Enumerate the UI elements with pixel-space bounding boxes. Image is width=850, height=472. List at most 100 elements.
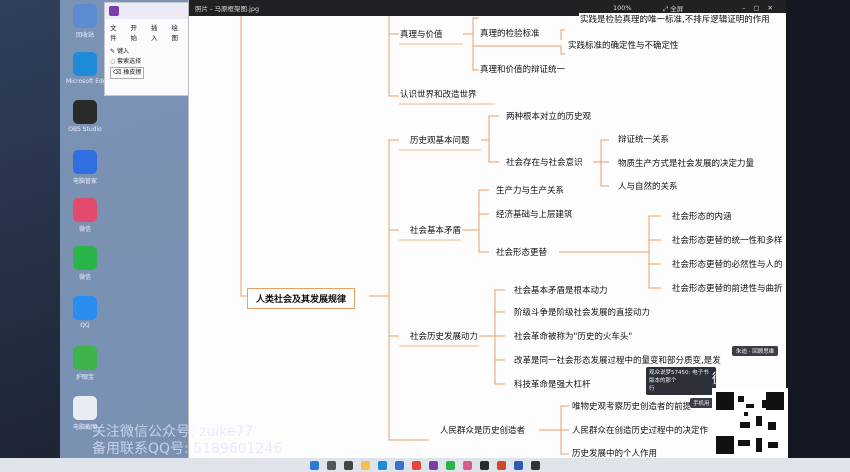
fullscreen-button[interactable]: ⤢ 全屏 (663, 3, 683, 14)
node-existence-consciousness: 社会存在与社会意识 (505, 156, 584, 168)
desktop-shortcut[interactable]: OBS Studio (66, 100, 104, 133)
node-masses-creators: 人民群众是历史创造者 (439, 424, 527, 436)
qr-module (716, 436, 734, 454)
desktop-shortcut-label: 电脑管家 (72, 178, 97, 185)
qr-module (766, 392, 784, 410)
qr-module (768, 442, 778, 448)
onenote-icon[interactable] (429, 460, 438, 470)
watermark-line: 关注微信公众号: zuike77 (92, 424, 254, 440)
watermark-line: 备用联系QQ号: 5189601246 (92, 441, 283, 457)
node-practice-only: 实践是检验真理的唯一标准,不排斥逻辑证明的作用 (579, 13, 786, 25)
qr-module (746, 404, 754, 408)
viewer-title: 照片 - 马原框架图.jpg (195, 5, 260, 13)
node-form-forward: 社会形态更替的前进性与曲折 (671, 282, 784, 294)
tool-type[interactable]: ✎ 键入 (110, 47, 184, 57)
note-app-window: 文件 开始 插入 绘图 ✎ 键入 ◌ 套索选择 ⌫ 橡皮擦 (104, 2, 190, 96)
desktop-shortcut-label: 护眼宝 (75, 374, 94, 381)
desktop-shortcut-label: 微信 (78, 274, 91, 281)
desktop-shortcut[interactable]: 护眼宝 (66, 346, 104, 381)
window-controls[interactable]: –▢✕ (742, 4, 781, 12)
tool-eraser[interactable]: ⌫ 橡皮擦 (110, 67, 145, 79)
node-form-unity: 社会形态更替的统一性和多样 (671, 234, 784, 246)
node-economic-base: 经济基础与上层建筑 (495, 208, 574, 220)
live-comment: 手机用 (690, 398, 713, 408)
node-truth-test: 真理的检验标准 (479, 27, 541, 39)
qr-module (756, 416, 762, 426)
node-human-nature: 人与自然的关系 (617, 180, 679, 192)
desktop-shortcut-label: 回收站 (75, 32, 94, 39)
edge-icon (73, 52, 97, 76)
wechat-scan-label: 微信扫一扫 (712, 372, 778, 387)
word-icon[interactable] (514, 460, 523, 470)
photos-icon[interactable] (463, 460, 472, 470)
node-root-force: 社会基本矛盾是根本动力 (513, 284, 609, 296)
node-production-mode: 物质生产方式是社会发展的决定力量 (617, 157, 756, 169)
node-revolution: 社会革命被称为"历史的火车头" (513, 330, 634, 342)
node-materialism-view: 唯物史观考察历史创造者的前提 (571, 400, 693, 412)
qr-code[interactable] (712, 388, 788, 458)
file-explorer-icon[interactable] (361, 460, 370, 470)
taskbar (0, 458, 850, 472)
node-form-content: 社会形态的内涵 (671, 210, 733, 222)
node-class-struggle: 阶级斗争是阶级社会发展的直接动力 (513, 306, 652, 318)
desktop-shortcut[interactable]: 微信 (66, 246, 104, 281)
draw-tools: ✎ 键入 ◌ 套索选择 ⌫ 橡皮擦 (105, 45, 189, 81)
node-history-basic: 历史观基本问题 (409, 134, 471, 146)
store-icon[interactable] (395, 460, 404, 470)
qr-module (744, 412, 748, 416)
desktop-shortcut-label: 微信 (78, 226, 91, 233)
menu-home[interactable]: 开始 (131, 22, 144, 42)
menu-draw[interactable]: 绘图 (172, 22, 185, 42)
live-comment: 观众说梦57450: 电子书版本的那个 行 (646, 367, 716, 395)
live-comment: 朱迪 · 回顾思维 (732, 346, 779, 356)
qr-module (738, 396, 744, 402)
qr-module (740, 422, 750, 428)
leaf-icon (73, 346, 97, 370)
node-basic-contradiction: 社会基本矛盾 (409, 224, 463, 236)
note-titlebar (105, 3, 189, 19)
qr-module (762, 400, 766, 408)
node-form-change: 社会形态更替 (495, 246, 549, 258)
onenote-logo-icon (109, 6, 119, 16)
desktop-shortcut-label: OBS Studio (68, 126, 102, 133)
menu-file[interactable]: 文件 (110, 22, 123, 42)
desktop-shortcut[interactable]: Microsoft Edge (66, 52, 104, 85)
terminal-icon[interactable] (531, 460, 540, 470)
node-last-line: 历史发展中的个人作用 (571, 447, 659, 458)
qr-module (738, 440, 750, 446)
photos-icon (73, 198, 97, 222)
recycle-bin-icon (73, 4, 97, 28)
task-view-icon[interactable] (344, 460, 353, 470)
right-dark-panel (786, 0, 850, 458)
chrome-icon[interactable] (412, 460, 421, 470)
node-practice-certainty: 实践标准的确定性与不确定性 (567, 39, 680, 51)
desktop-shortcut[interactable]: 回收站 (66, 4, 104, 39)
shield-icon (73, 150, 97, 174)
zoom-level[interactable]: 100% (613, 4, 632, 12)
note-menu: 文件 开始 插入 绘图 (105, 19, 189, 45)
desktop-shortcut-label: Microsoft Edge (66, 78, 104, 85)
qr-module (768, 422, 776, 430)
desktop-shortcut[interactable]: QQ (66, 296, 104, 329)
windows-start-icon[interactable] (310, 460, 319, 470)
node-truth-value: 真理与价值 (399, 28, 444, 40)
powerpoint-icon[interactable] (497, 460, 506, 470)
obs-icon[interactable] (480, 460, 489, 470)
obs-icon (73, 100, 97, 124)
node-dialectic-relation: 辩证统一关系 (617, 133, 671, 145)
search-icon[interactable] (327, 460, 336, 470)
node-productivity: 生产力与生产关系 (495, 184, 566, 196)
node-dialectic-unity: 真理和价值的辩证统一 (479, 63, 567, 75)
menu-insert[interactable]: 插入 (151, 22, 164, 42)
qq-icon (73, 296, 97, 320)
desktop-shortcut[interactable]: 电脑管家 (66, 150, 104, 185)
tool-lasso[interactable]: ◌ 套索选择 (110, 57, 184, 67)
edge-icon[interactable] (378, 460, 387, 470)
node-two-opposites: 两种根本对立的历史观 (505, 110, 593, 122)
main-node: 人类社会及其发展规律 (247, 288, 356, 309)
node-know-change: 认识世界和改造世界 (399, 88, 478, 100)
node-driving-force: 社会历史发展动力 (409, 330, 480, 342)
desktop-shortcut[interactable]: 微信 (66, 198, 104, 233)
wechat-icon[interactable] (446, 460, 455, 470)
node-masses-decisive: 人民群众在创造历史过程中的决定作 (571, 424, 710, 436)
